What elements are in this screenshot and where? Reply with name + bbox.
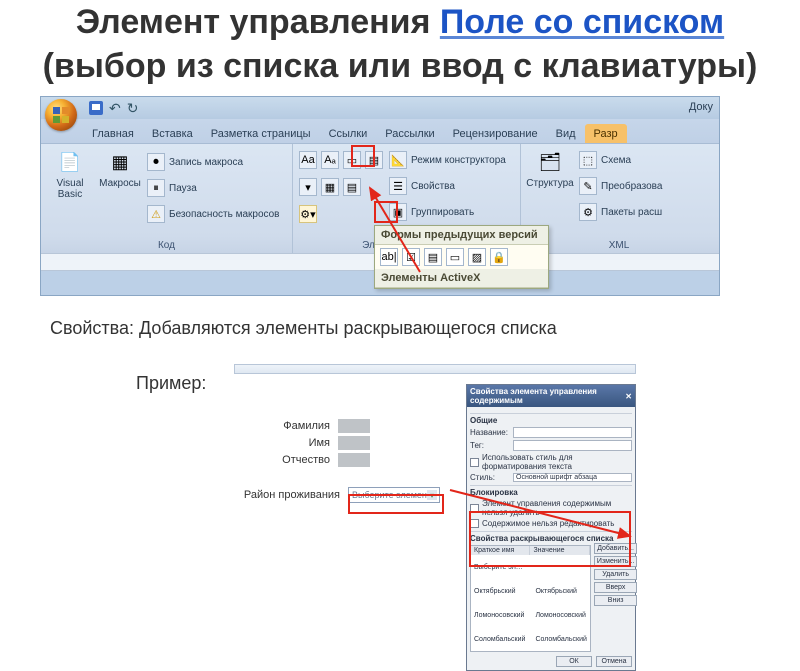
props-icon: ☰ bbox=[389, 177, 407, 195]
style-label: Стиль: bbox=[470, 473, 510, 482]
close-icon[interactable]: ✕ bbox=[625, 392, 632, 401]
ctrl-block-icon[interactable]: ▤ bbox=[365, 151, 383, 169]
ctrl-legacy-icon[interactable]: ⚙▾ bbox=[299, 205, 317, 223]
macro-security-button[interactable]: ⚠ Безопасность макросов bbox=[147, 202, 280, 226]
expand-icon: ⚙ bbox=[579, 203, 597, 221]
example-ruler bbox=[234, 364, 636, 374]
cancel-button[interactable]: Отмена bbox=[596, 656, 632, 667]
ctrl-text-icon[interactable]: Aₐ bbox=[321, 151, 339, 169]
list-highlight bbox=[469, 511, 631, 567]
section-general: Общие bbox=[470, 413, 632, 425]
section-lock: Блокировка bbox=[470, 485, 632, 497]
save-icon[interactable] bbox=[89, 101, 103, 115]
ctrl-date-icon[interactable]: ▦ bbox=[321, 178, 339, 196]
transform-button[interactable]: ✎ Преобразова bbox=[579, 174, 662, 198]
region-label: Район проживания bbox=[234, 489, 344, 501]
group-icon: ▣ bbox=[389, 203, 407, 221]
name-field[interactable] bbox=[338, 436, 370, 450]
design-icon: 📐 bbox=[389, 151, 407, 169]
macros-button[interactable]: ▦ Макросы bbox=[97, 148, 143, 226]
example-block: Фамилия Имя Отчество Район проживания Вы… bbox=[234, 364, 636, 596]
vb-icon: 📄 bbox=[56, 148, 84, 176]
tag-label: Тег: bbox=[470, 441, 510, 450]
legacy-frame-icon[interactable]: ▭ bbox=[446, 248, 464, 266]
list-row[interactable]: ЛомоносовскийЛомоносовский bbox=[471, 603, 590, 627]
list-row[interactable]: ОктябрьскийОктябрьский bbox=[471, 579, 590, 603]
legacy-shade-icon[interactable]: ▨ bbox=[468, 248, 486, 266]
example-form: Фамилия Имя Отчество Район проживания Вы… bbox=[234, 376, 462, 506]
transform-icon: ✎ bbox=[579, 177, 597, 195]
tab-insert[interactable]: Вставка bbox=[143, 124, 202, 143]
tag-input[interactable] bbox=[513, 440, 632, 451]
legacy-forms-row: ab| ☑ ▤ ▭ ▨ 🔒 bbox=[375, 245, 548, 269]
activex-title: Элементы ActiveX bbox=[375, 269, 548, 288]
delete-button[interactable]: Удалить bbox=[594, 569, 637, 580]
tab-references[interactable]: Ссылки bbox=[320, 124, 377, 143]
design-mode-button[interactable]: 📐 Режим конструктора bbox=[389, 148, 506, 172]
record-macro-button[interactable]: ⏺ Запись макроса bbox=[147, 150, 280, 174]
down-button[interactable]: Вниз bbox=[594, 595, 637, 606]
up-button[interactable]: Вверх bbox=[594, 582, 637, 593]
tab-developer[interactable]: Разр bbox=[585, 124, 627, 143]
name-label: Имя bbox=[234, 437, 334, 449]
word-ribbon: ↶ ↻ Доку Главная Вставка Разметка страни… bbox=[40, 96, 720, 296]
usestyle-label: Использовать стиль для форматирования те… bbox=[482, 453, 632, 471]
title-link: Поле со списком bbox=[440, 3, 724, 41]
structure-button[interactable]: 🗂 Структура bbox=[527, 148, 573, 224]
group-code-label: Код bbox=[41, 240, 292, 251]
tab-layout[interactable]: Разметка страницы bbox=[202, 124, 320, 143]
group-code: 📄 Visual Basic ▦ Макросы ⏺ Запись макрос… bbox=[41, 144, 293, 253]
document-title: Доку bbox=[689, 101, 713, 113]
name-label2: Название: bbox=[470, 428, 510, 437]
slide-title: Элемент управления Поле со списком (выбо… bbox=[0, 0, 800, 88]
legacy-checkbox-icon[interactable]: ☑ bbox=[402, 248, 420, 266]
title-suffix: (выбор из списка или ввод с клавиатуры) bbox=[43, 47, 758, 85]
tab-review[interactable]: Рецензирование bbox=[444, 124, 547, 143]
legacy-dropdown2-icon[interactable]: ▤ bbox=[424, 248, 442, 266]
name-input[interactable] bbox=[513, 427, 632, 438]
properties-button[interactable]: ☰ Свойства bbox=[389, 174, 506, 198]
group-xml: 🗂 Структура ⬚ Схема ✎ Преобразова ⚙ Паке… bbox=[521, 144, 717, 253]
ribbon-tabs: Главная Вставка Разметка страницы Ссылки… bbox=[41, 119, 719, 143]
ctrl-combo-icon[interactable]: ▾ bbox=[299, 178, 317, 196]
tab-home[interactable]: Главная bbox=[83, 124, 143, 143]
style-value[interactable]: Основной шрифт абзаца bbox=[513, 473, 632, 482]
usestyle-checkbox[interactable] bbox=[470, 458, 479, 467]
panel-title: Свойства элемента управления содержимым bbox=[470, 387, 625, 405]
undo-icon[interactable]: ↶ bbox=[109, 101, 121, 115]
list-row[interactable]: СоломбальскийСоломбальский bbox=[471, 627, 590, 651]
patronymic-label: Отчество bbox=[234, 454, 334, 466]
legacy-forms-dropdown: Формы предыдущих версий ab| ☑ ▤ ▭ ▨ 🔒 Эл… bbox=[374, 225, 549, 289]
warning-icon: ⚠ bbox=[147, 205, 165, 223]
legacy-textfield-icon[interactable]: ab| bbox=[380, 248, 398, 266]
schema-button[interactable]: ⬚ Схема bbox=[579, 148, 662, 172]
patronymic-field[interactable] bbox=[338, 453, 370, 467]
content-control-properties: Свойства элемента управления содержимым … bbox=[466, 384, 636, 671]
expansion-button[interactable]: ⚙ Пакеты расш bbox=[579, 200, 662, 224]
tab-mailings[interactable]: Рассылки bbox=[376, 124, 443, 143]
combo-highlight bbox=[348, 494, 444, 514]
group-button[interactable]: ▣ Группировать bbox=[389, 200, 506, 224]
legacy-forms-title: Формы предыдущих версий bbox=[375, 226, 548, 245]
ok-button[interactable]: ОК bbox=[556, 656, 592, 667]
surname-label: Фамилия bbox=[234, 420, 334, 432]
ctrl-image-icon[interactable]: ▭ bbox=[343, 151, 361, 169]
structure-icon: 🗂 bbox=[536, 148, 564, 176]
ctrl-richtext-icon[interactable]: Aa bbox=[299, 151, 317, 169]
schema-icon: ⬚ bbox=[579, 151, 597, 169]
properties-description: Свойства: Добавляются элементы раскрываю… bbox=[50, 318, 800, 339]
surname-field[interactable] bbox=[338, 419, 370, 433]
tab-view[interactable]: Вид bbox=[547, 124, 585, 143]
macros-icon: ▦ bbox=[106, 148, 134, 176]
legacy-reset-icon[interactable]: 🔒 bbox=[490, 248, 508, 266]
redo-icon[interactable]: ↻ bbox=[127, 101, 139, 115]
visual-basic-button[interactable]: 📄 Visual Basic bbox=[47, 148, 93, 226]
pause-icon: ⏸ bbox=[147, 179, 165, 197]
record-icon: ⏺ bbox=[147, 153, 165, 171]
pause-button[interactable]: ⏸ Пауза bbox=[147, 176, 280, 200]
group-xml-label: XML bbox=[521, 240, 717, 251]
title-prefix: Элемент управления bbox=[76, 3, 440, 41]
ctrl-dropdown-icon[interactable]: ▤ bbox=[343, 178, 361, 196]
